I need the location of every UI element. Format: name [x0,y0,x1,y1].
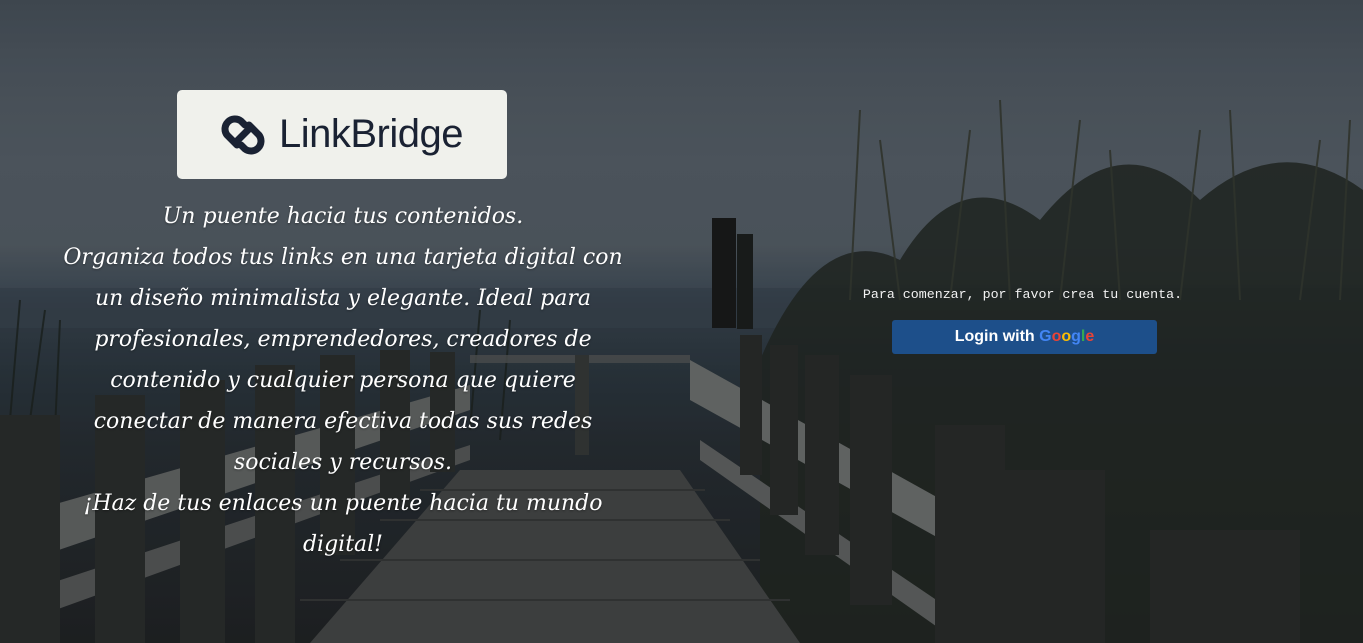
login-button-label: Login with [954,328,1040,345]
tagline-heading: Un puente hacia tus contenidos. [162,204,524,229]
signup-prompt: Para comenzar, por favor crea tu cuenta. [862,287,1183,302]
tagline-call-to-action: ¡Haz de tus enlaces un puente hacia tu m… [83,491,603,557]
tagline-description: Organiza todos tus links en una tarjeta … [63,245,623,475]
login-with-google-button[interactable]: Login with G o o g l e [892,320,1157,354]
google-letter: o [1061,328,1072,345]
google-letter: g [1071,328,1081,345]
logo-card: LinkBridge [177,90,507,179]
tagline: Un puente hacia tus contenidos. Organiza… [60,196,626,565]
google-letter: G [1039,328,1052,345]
google-letter: e [1085,328,1095,345]
google-letter: o [1051,328,1062,345]
chain-link-icon [221,115,265,154]
brand-name: LinkBridge [278,112,464,156]
